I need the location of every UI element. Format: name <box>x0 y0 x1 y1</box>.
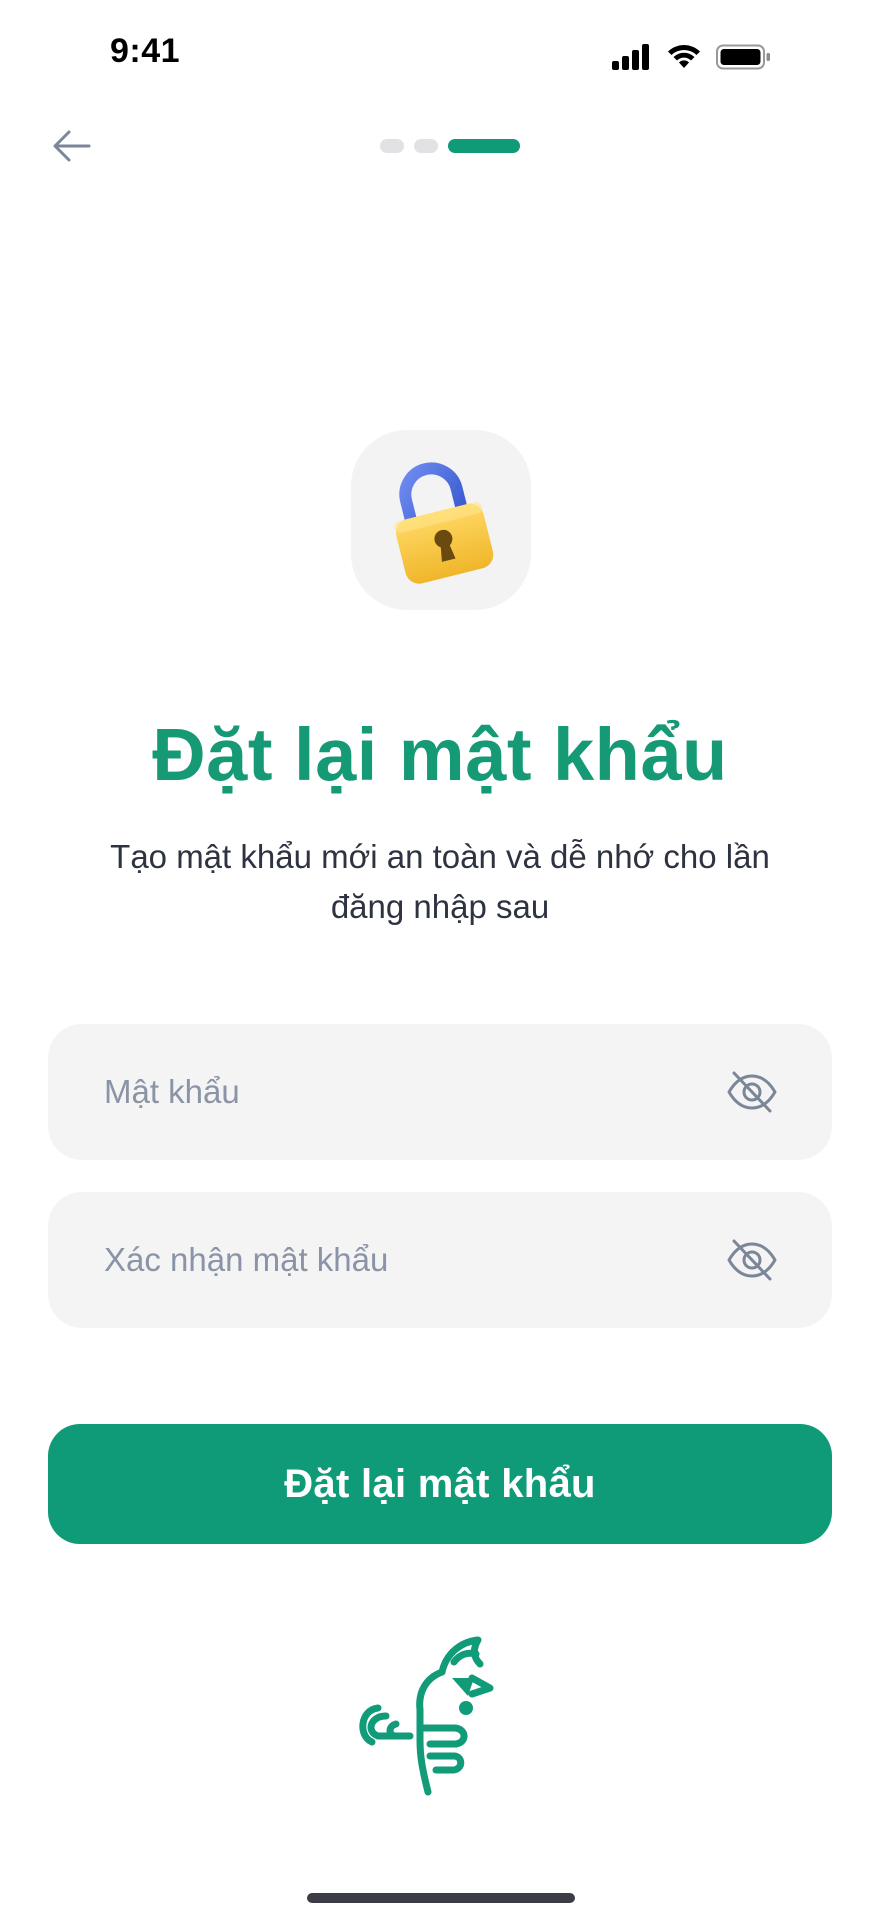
rooster-logo-icon <box>359 1636 494 1796</box>
status-icons <box>612 40 772 74</box>
signal-icon <box>612 44 649 70</box>
page-title: Đặt lại mật khẩu <box>152 713 728 796</box>
wifi-icon <box>668 45 700 68</box>
arrow-left-icon <box>53 130 91 162</box>
back-button[interactable] <box>50 124 94 168</box>
confirm-password-input[interactable] <box>102 1240 726 1280</box>
step-indicator-3-active <box>448 139 520 153</box>
header-icon-tile <box>351 430 531 610</box>
step-indicator-1 <box>380 139 404 153</box>
password-input[interactable] <box>102 1072 726 1112</box>
eye-off-icon <box>727 1071 777 1113</box>
progress-stepper <box>380 139 520 153</box>
home-indicator[interactable] <box>307 1893 575 1903</box>
padlock-icon <box>394 462 494 584</box>
eye-off-icon <box>727 1239 777 1281</box>
password-field[interactable] <box>48 1024 832 1160</box>
status-time: 9:41 <box>110 32 181 70</box>
confirm-password-visibility-toggle[interactable] <box>726 1234 778 1286</box>
page-subtitle: Tạo mật khẩu mới an toàn và dễ nhớ cho l… <box>110 838 770 925</box>
battery-icon <box>716 44 770 70</box>
confirm-password-field[interactable] <box>48 1192 832 1328</box>
password-visibility-toggle[interactable] <box>726 1066 778 1118</box>
step-indicator-2 <box>414 139 438 153</box>
reset-password-button[interactable]: Đặt lại mật khẩu <box>48 1424 832 1544</box>
